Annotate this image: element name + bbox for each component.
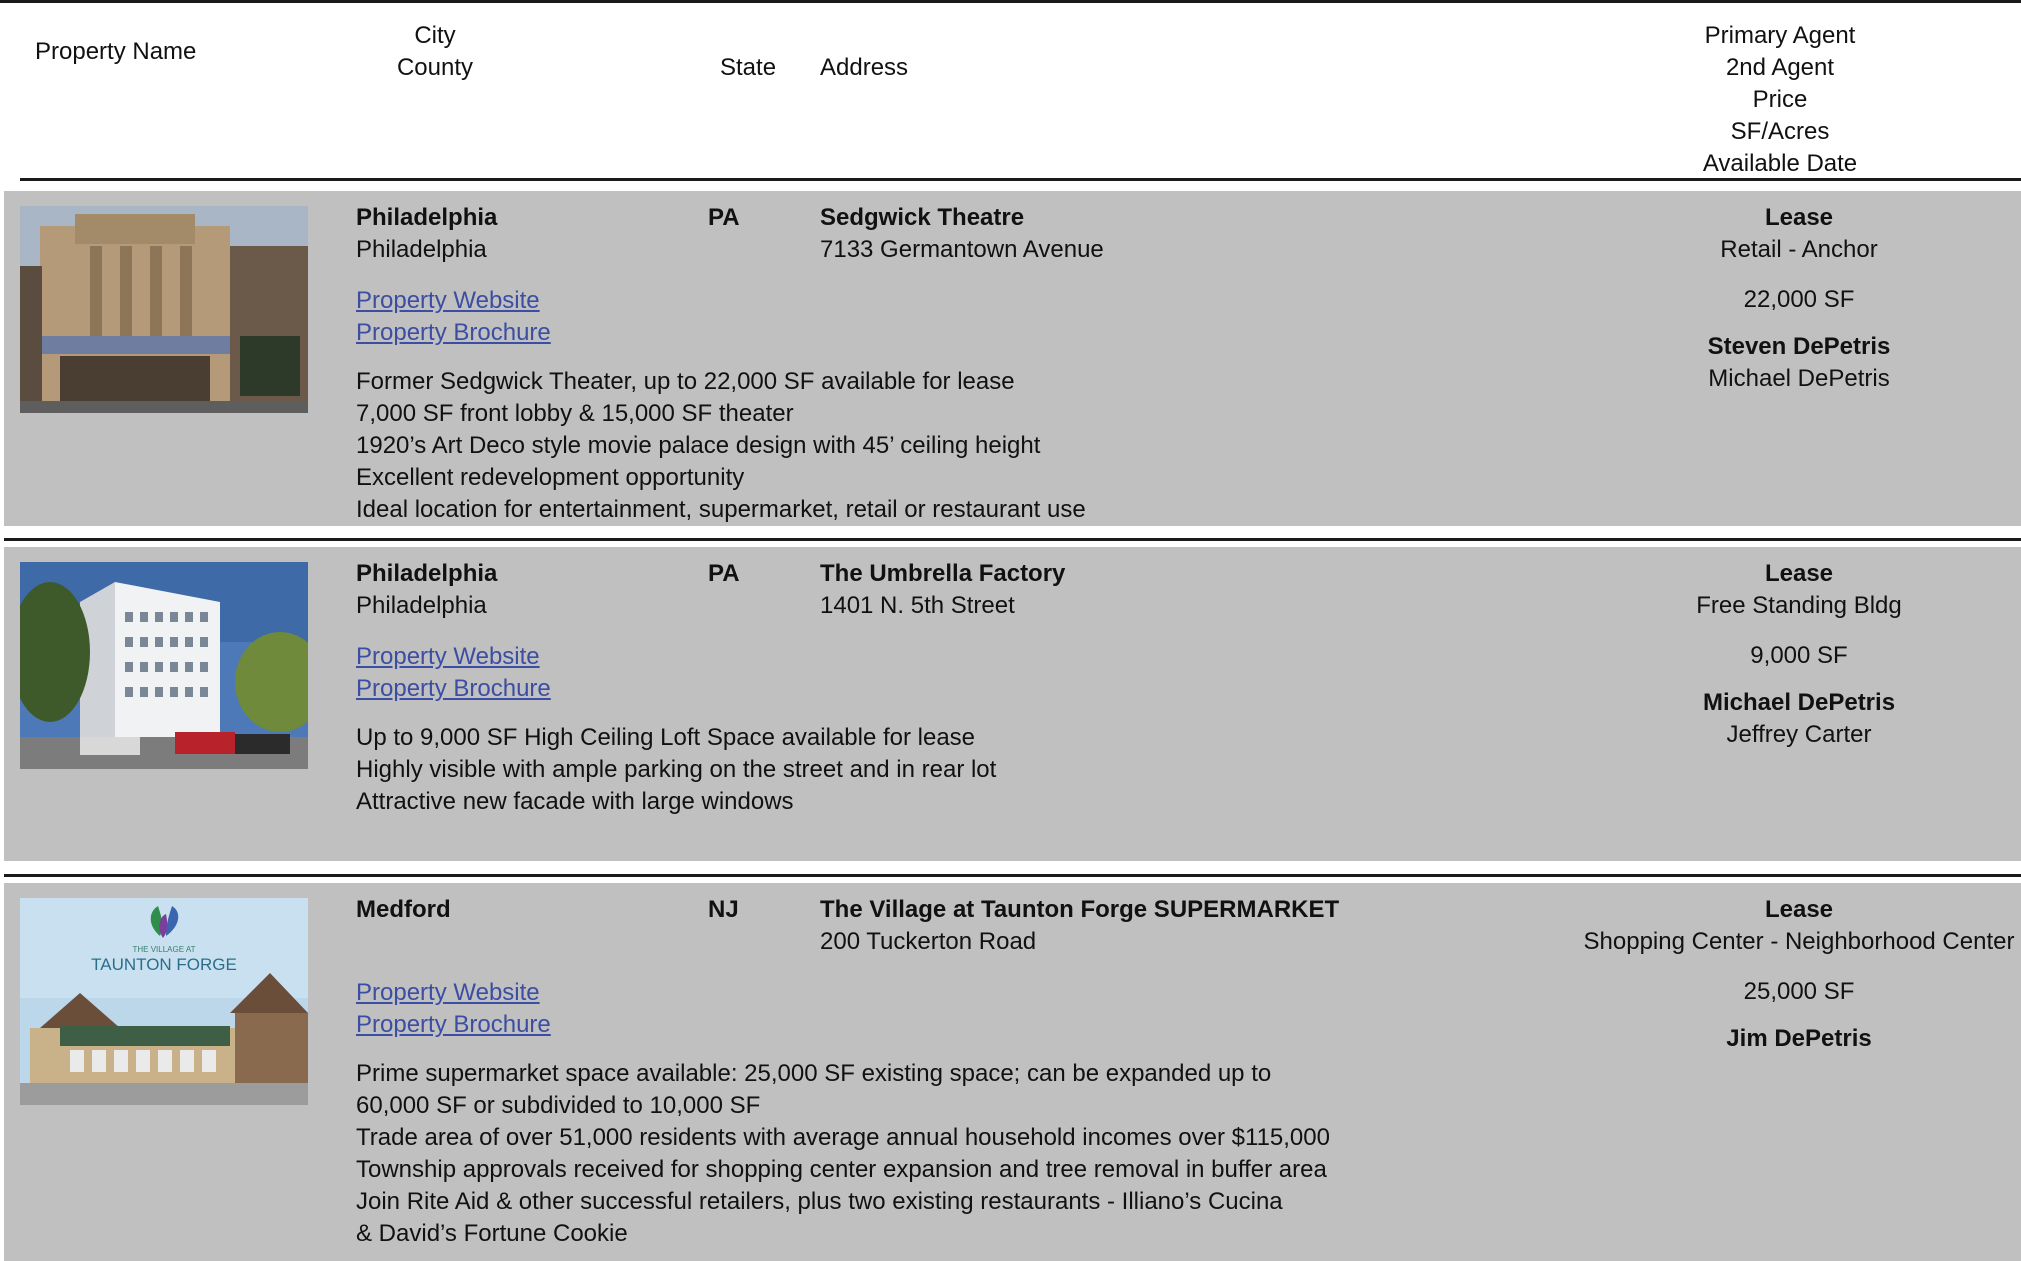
row-rule	[4, 874, 2021, 877]
property-brochure-link[interactable]: Property Brochure	[356, 673, 551, 705]
property-photo[interactable]	[20, 206, 308, 413]
header-primary-agent: Primary Agent	[1704, 22, 1856, 49]
address-block: The Umbrella Factory 1401 N. 5th Street	[820, 558, 1065, 622]
header-agent-price-block: Primary Agent 2nd Agent Price SF/Acres A…	[1630, 20, 1930, 180]
property-type: Shopping Center - Neighborhood Center	[1583, 928, 2015, 955]
property-photo[interactable]: THE VILLAGE AT TAUNTON FORGE	[20, 898, 308, 1105]
description-line: 7,000 SF front lobby & 15,000 SF theater	[356, 400, 794, 427]
property-type: Retail - Anchor	[1720, 236, 1878, 263]
listing-row: Philadelphia Philadelphia PA Sedgwick Th…	[4, 191, 2021, 526]
property-photo[interactable]	[20, 562, 308, 769]
property-brochure-link[interactable]: Property Brochure	[356, 1009, 551, 1041]
header-available-date: Available Date	[1702, 150, 1858, 177]
description: Up to 9,000 SF High Ceiling Loft Space a…	[356, 722, 996, 818]
logo-large-text: TAUNTON FORGE	[91, 955, 237, 974]
description-line: Up to 9,000 SF High Ceiling Loft Space a…	[356, 724, 976, 751]
description-line: Trade area of over 51,000 residents with…	[356, 1124, 1330, 1151]
description-line: Highly visible with ample parking on the…	[356, 756, 997, 783]
city-county: Philadelphia Philadelphia	[356, 558, 497, 622]
city: Medford	[356, 896, 451, 923]
description: Former Sedgwick Theater, up to 22,000 SF…	[356, 366, 1086, 526]
property-links: Property Website Property Brochure	[356, 977, 551, 1041]
header-city-county: City County	[385, 20, 485, 84]
property-website-link[interactable]: Property Website	[356, 285, 551, 317]
street-address: 200 Tuckerton Road	[820, 928, 1037, 955]
primary-agent: Jim DePetris	[1726, 1025, 1872, 1052]
header-rule	[20, 178, 2021, 181]
header-property-name: Property Name	[35, 38, 197, 65]
description-line: Former Sedgwick Theater, up to 22,000 SF…	[356, 368, 1015, 395]
street-address: 1401 N. 5th Street	[820, 592, 1015, 619]
property-website-link[interactable]: Property Website	[356, 641, 551, 673]
listing-row: Philadelphia Philadelphia PA The Umbrell…	[4, 538, 2021, 861]
description-line: Prime supermarket space available: 25,00…	[356, 1060, 1272, 1087]
second-agent: Jeffrey Carter	[1726, 721, 1872, 748]
property-links: Property Website Property Brochure	[356, 285, 551, 349]
city: Philadelphia	[356, 204, 498, 231]
description-line: 60,000 SF or subdivided to 10,000 SF	[356, 1092, 761, 1119]
deal-type: Lease	[1764, 896, 1834, 923]
address-block: Sedgwick Theatre 7133 Germantown Avenue	[820, 202, 1104, 266]
second-agent: Michael DePetris	[1708, 365, 1890, 392]
row-rule	[4, 538, 2021, 541]
city: Philadelphia	[356, 560, 498, 587]
street-address: 7133 Germantown Avenue	[820, 236, 1104, 263]
city-county: Medford	[356, 894, 451, 926]
state: PA	[708, 204, 740, 231]
description-line: Join Rite Aid & other successful retaile…	[356, 1188, 1283, 1215]
description-line: Excellent redevelopment opportunity	[356, 464, 745, 491]
description-line: 1920’s Art Deco style movie palace desig…	[356, 432, 1041, 459]
description-line: Township approvals received for shopping…	[356, 1156, 1327, 1183]
header-state: State	[720, 54, 777, 81]
description: Prime supermarket space available: 25,00…	[356, 1058, 1330, 1250]
size: 22,000 SF	[1743, 286, 1855, 313]
county: Philadelphia	[356, 236, 487, 263]
header-city: City	[414, 22, 456, 49]
property-title: Sedgwick Theatre	[820, 204, 1025, 231]
property-website-link[interactable]: Property Website	[356, 977, 551, 1009]
description-line: Attractive new facade with large windows	[356, 788, 794, 815]
property-title: The Umbrella Factory	[820, 560, 1066, 587]
county: Philadelphia	[356, 592, 487, 619]
deal-type: Lease	[1764, 560, 1834, 587]
header-price: Price	[1752, 86, 1808, 113]
description-line: Ideal location for entertainment, superm…	[356, 496, 1086, 523]
logo-small-text: THE VILLAGE AT	[133, 945, 196, 954]
property-links: Property Website Property Brochure	[356, 641, 551, 705]
property-title: The Village at Taunton Forge SUPERMARKET	[820, 896, 1340, 923]
size: 25,000 SF	[1743, 978, 1855, 1005]
city-county: Philadelphia Philadelphia	[356, 202, 497, 266]
header-county: County	[396, 54, 474, 81]
address-block: The Village at Taunton Forge SUPERMARKET…	[820, 894, 1339, 958]
primary-agent: Michael DePetris	[1702, 689, 1896, 716]
description-line: & David’s Fortune Cookie	[356, 1220, 628, 1247]
header-address: Address	[820, 54, 909, 81]
header-sf-acres: SF/Acres	[1730, 118, 1830, 145]
property-type: Free Standing Bldg	[1696, 592, 1902, 619]
deal-type: Lease	[1764, 204, 1834, 231]
property-brochure-link[interactable]: Property Brochure	[356, 317, 551, 349]
listing-row: THE VILLAGE AT TAUNTON FORGE Medford NJ …	[4, 874, 2021, 1261]
primary-agent: Steven DePetris	[1707, 333, 1891, 360]
header-second-agent: 2nd Agent	[1725, 54, 1835, 81]
table-header: Property Name City County State Address …	[0, 0, 2021, 180]
deal-info: Lease Shopping Center - Neighborhood Cen…	[1544, 894, 2021, 1055]
deal-info: Lease Free Standing Bldg 9,000 SF Michae…	[1544, 558, 2021, 751]
state: PA	[708, 560, 740, 587]
state: NJ	[708, 896, 739, 923]
deal-info: Lease Retail - Anchor 22,000 SF Steven D…	[1544, 202, 2021, 395]
size: 9,000 SF	[1750, 642, 1848, 669]
